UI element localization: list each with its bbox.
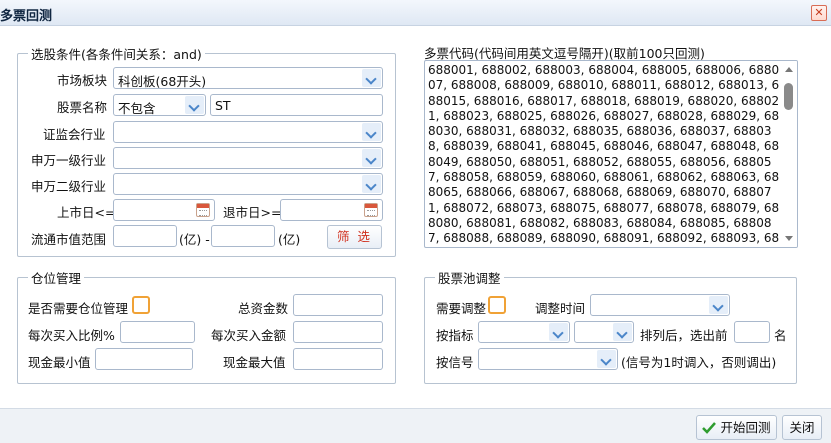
check-icon [702, 422, 717, 434]
need-adjust-checkbox[interactable] [488, 296, 506, 314]
sw1-industry-select[interactable] [113, 147, 383, 169]
indicator-select[interactable] [478, 321, 570, 343]
market-label: 市场板块 [57, 73, 108, 88]
market-cap-max-input[interactable] [211, 225, 275, 247]
window-title: 多票回测 [0, 9, 53, 24]
buy-amount-input[interactable] [293, 321, 383, 343]
need-adjust-label: 需要调整 [436, 301, 487, 316]
start-backtest-label: 开始回测 [720, 420, 771, 435]
rank-label: 排列后，选出前 [640, 328, 728, 343]
signal-select[interactable] [478, 348, 618, 370]
chevron-down-icon[interactable] [362, 149, 381, 167]
start-backtest-button[interactable]: 开始回测 [696, 415, 777, 440]
codes-scrollbar[interactable] [782, 61, 797, 247]
sw1-industry-label: 申万一级行业 [31, 153, 107, 168]
calendar-icon[interactable] [364, 203, 378, 217]
chevron-down-icon[interactable] [362, 69, 381, 87]
codes-textarea[interactable]: 688001, 688002, 688003, 688004, 688005, … [424, 60, 798, 248]
order-select[interactable] [574, 321, 634, 343]
buy-ratio-input[interactable] [120, 321, 195, 343]
chevron-down-icon[interactable] [613, 323, 632, 341]
chevron-down-icon[interactable] [362, 123, 381, 141]
chevron-down-icon[interactable] [362, 175, 381, 193]
cash-min-input[interactable] [95, 348, 193, 370]
csrc-industry-select[interactable] [113, 121, 383, 143]
market-cap-min-input[interactable] [113, 225, 177, 247]
market-cap-label: 流通市值范围 [31, 232, 107, 247]
listed-date-input[interactable] [113, 199, 215, 221]
close-icon[interactable]: ✕ [811, 5, 827, 21]
footer-bar: 开始回测 关闭 [0, 408, 831, 443]
chevron-down-icon[interactable] [709, 296, 728, 314]
name-mode-select[interactable]: 不包含 [113, 94, 206, 116]
market-cap-unit-min: (亿) - [179, 232, 210, 247]
signal-note: (信号为1时调入，否则调出) [621, 355, 777, 370]
adjust-time-select[interactable] [590, 294, 730, 316]
need-position-checkbox[interactable] [132, 296, 150, 314]
scroll-thumb[interactable] [784, 83, 793, 110]
name-input-value: ST [215, 98, 231, 113]
delisted-date-input[interactable] [280, 199, 383, 221]
pool-adjust-legend: 股票池调整 [438, 271, 501, 286]
dialog-body: 选股条件(各条件间关系：and) 市场板块 科创板(68开头) 股票名称 不包含… [0, 26, 831, 408]
cash-max-label: 现金最大值 [223, 355, 286, 370]
market-cap-unit-max: (亿) [278, 232, 301, 247]
cash-max-input[interactable] [293, 348, 383, 370]
scroll-down-icon[interactable] [785, 236, 793, 241]
name-mode-value: 不包含 [118, 101, 156, 116]
adjust-time-label: 调整时间 [535, 301, 586, 316]
buy-amount-label: 每次买入金额 [211, 328, 287, 343]
total-fund-label: 总资金数 [238, 301, 289, 316]
stock-filter-legend: 选股条件(各条件间关系：and) [31, 47, 202, 62]
chevron-down-icon[interactable] [597, 350, 616, 368]
chevron-down-icon[interactable] [549, 323, 568, 341]
close-button[interactable]: 关闭 [782, 415, 822, 440]
name-label: 股票名称 [57, 100, 108, 115]
market-value: 科创板(68开头) [118, 74, 207, 89]
top-n-unit: 名 [774, 328, 787, 343]
sw2-industry-label: 申万二级行业 [31, 179, 107, 194]
market-select[interactable]: 科创板(68开头) [113, 67, 383, 89]
top-n-input[interactable] [734, 321, 770, 343]
need-position-label: 是否需要仓位管理 [28, 301, 129, 316]
scroll-up-icon[interactable] [785, 67, 793, 72]
signal-label: 按信号 [436, 355, 474, 370]
sw2-industry-select[interactable] [113, 173, 383, 195]
name-input[interactable]: ST [210, 94, 383, 116]
title-bar: 多票回测 ✕ [0, 0, 831, 26]
calendar-icon[interactable] [196, 203, 210, 217]
total-fund-input[interactable] [293, 294, 383, 316]
codes-text: 688001, 688002, 688003, 688004, 688005, … [428, 63, 780, 247]
cash-min-label: 现金最小值 [28, 355, 91, 370]
buy-ratio-label: 每次买入比例% [28, 328, 115, 343]
delisted-date-label: 退市日>= [223, 205, 282, 220]
chevron-down-icon[interactable] [185, 96, 204, 114]
filter-button[interactable]: 筛 选 [327, 225, 382, 249]
indicator-label: 按指标 [436, 328, 474, 343]
position-legend: 仓位管理 [31, 271, 82, 286]
csrc-industry-label: 证监会行业 [43, 127, 106, 142]
listed-date-label: 上市日<= [57, 205, 116, 220]
